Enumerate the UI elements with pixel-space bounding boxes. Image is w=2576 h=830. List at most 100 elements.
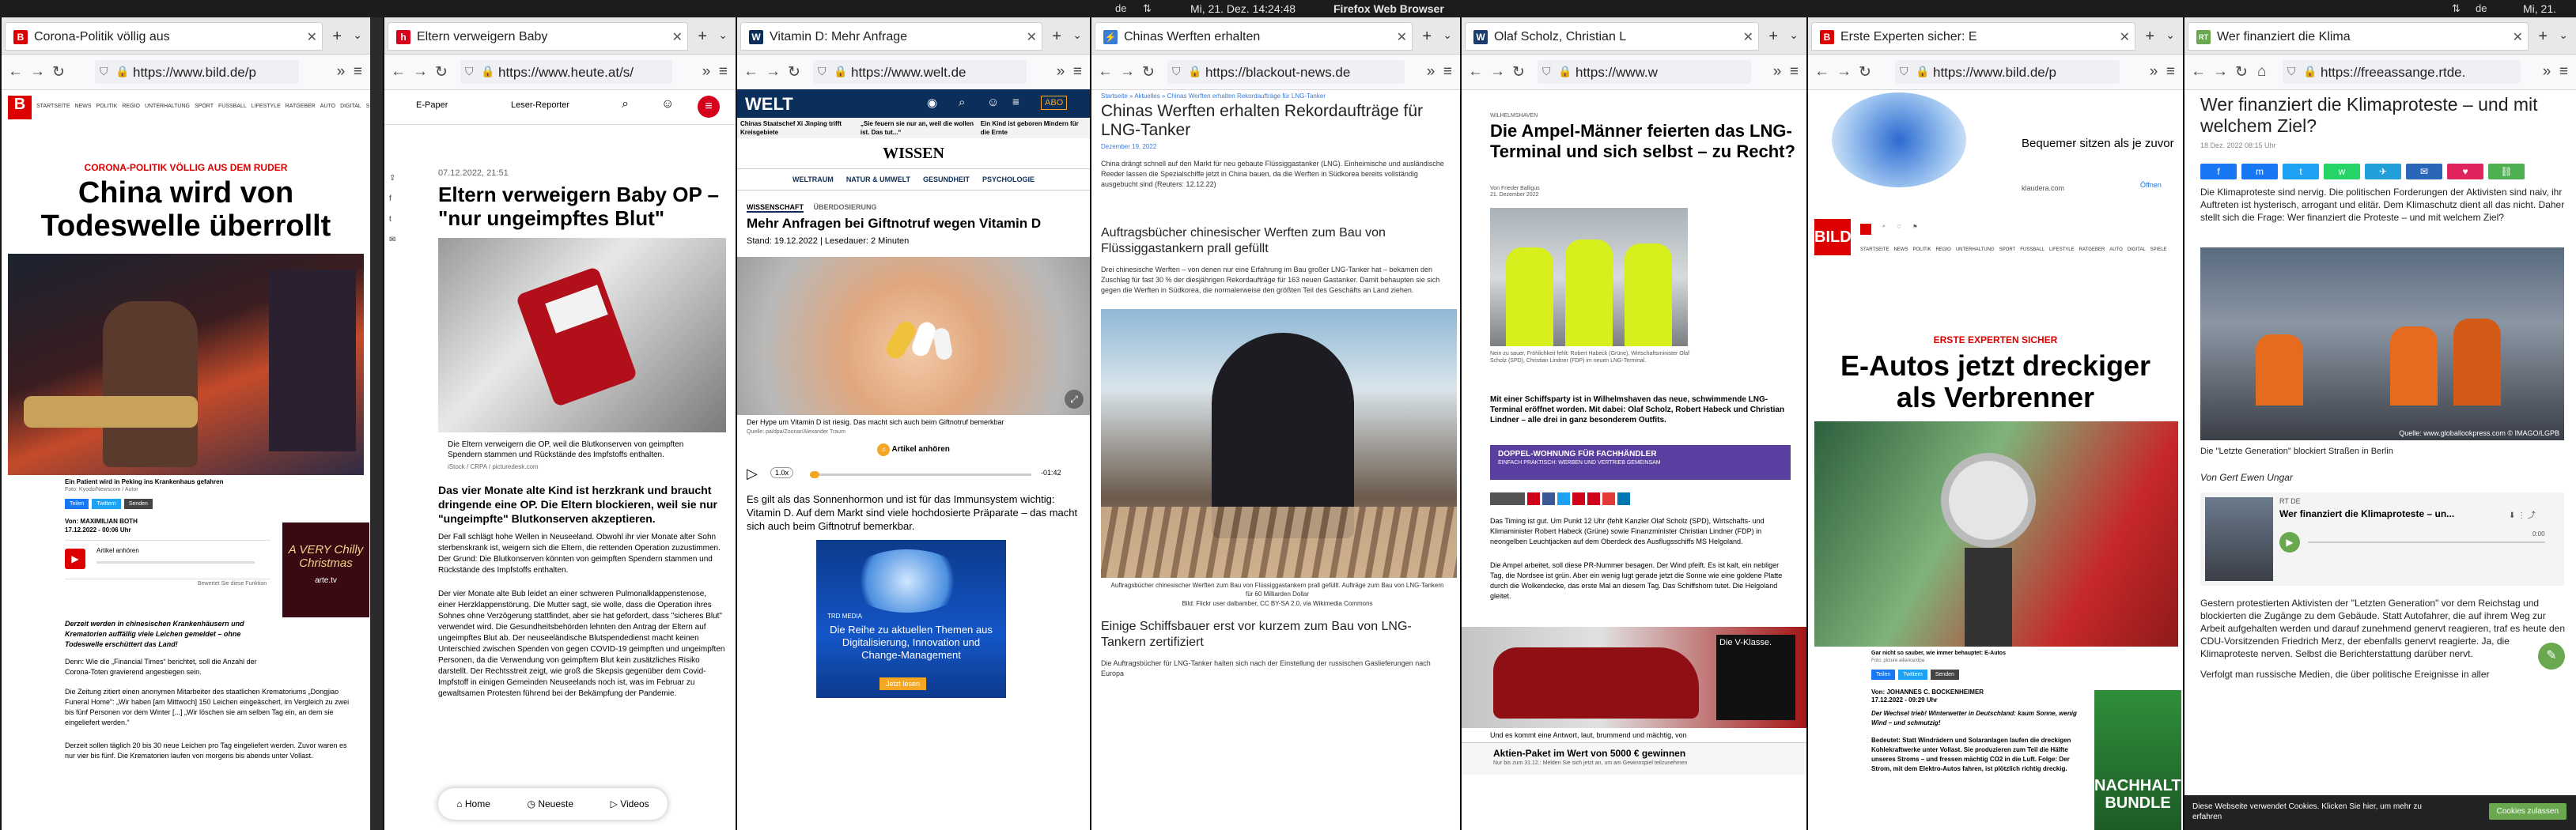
reload-icon[interactable]: ↻ — [1859, 63, 1871, 81]
menu-icon[interactable]: » ≡ — [1773, 63, 1799, 81]
search-icon[interactable]: ⌕ — [622, 97, 629, 111]
nav-item[interactable]: RATGEBER — [2079, 247, 2105, 252]
ad-cta-button[interactable]: Jetzt lesen — [879, 677, 927, 690]
language-indicator[interactable]: de — [1115, 2, 1126, 14]
share-mail-button[interactable]: Senden — [123, 499, 153, 509]
bell-icon[interactable]: ⚑ — [1912, 224, 1917, 247]
nav-item[interactable]: SPIELE — [366, 104, 370, 109]
url-bar[interactable]: ⛉ 🔒 https://www.welt.de — [813, 60, 1027, 84]
red-square-icon[interactable] — [1860, 224, 1871, 235]
close-tab-icon[interactable]: ✕ — [1027, 29, 1037, 45]
menu-button-icon[interactable]: ≡ — [698, 96, 720, 118]
audio-progress[interactable] — [96, 561, 255, 564]
audio-progress[interactable] — [810, 471, 1031, 478]
shield-icon[interactable]: ⛉ — [100, 65, 108, 78]
nav-item[interactable]: STARTSEITE — [1860, 247, 1889, 252]
share-icon[interactable]: ⇪ — [389, 168, 400, 189]
audio-rating-note[interactable]: Bewertet Sie diese Funktion — [198, 581, 267, 587]
nav-item[interactable]: RATGEBER — [286, 104, 316, 109]
new-tab-button[interactable]: + — [2145, 28, 2154, 46]
back-icon[interactable]: ← — [1468, 63, 1483, 81]
article-photo[interactable]: ⤢ — [737, 257, 1090, 415]
share-button-icon[interactable]: m — [2241, 164, 2278, 179]
article-photo[interactable] — [1101, 309, 1457, 578]
videos-tab[interactable]: ▷ Videos — [611, 798, 649, 809]
bild-nav[interactable]: STARTSEITE NEWS POLITIK REGIO UNTERHALTUNG SP… — [36, 104, 370, 109]
lock-icon[interactable]: 🔒 — [1188, 65, 1201, 78]
menu-icon[interactable]: ≡ — [1012, 96, 1019, 109]
share-button-icon[interactable]: ✉ — [2406, 164, 2442, 179]
nav-item[interactable]: NEWS — [1893, 247, 1908, 252]
language-indicator-right[interactable]: de — [2476, 2, 2487, 14]
speed-button[interactable]: 1.0x — [770, 467, 794, 478]
teaser-3[interactable]: Ein Kind ist geboren Mindern für die Ern… — [978, 118, 1090, 138]
mail-icon[interactable]: ✉ — [389, 230, 400, 251]
system-clock-right[interactable]: Mi, 21. — [2523, 2, 2556, 15]
nav-item[interactable]: REGIO — [122, 104, 140, 109]
forward-icon[interactable]: → — [1836, 63, 1852, 81]
share-facebook-button[interactable]: Teilen — [65, 499, 89, 509]
ad-open-button[interactable]: Öffnen — [2140, 181, 2162, 189]
play-icon[interactable]: ▶ — [65, 549, 85, 569]
banner-ad[interactable]: DOPPEL-WOHNUNG FÜR FACHHÄNDLER EINFACH P… — [1490, 445, 1791, 480]
tab-list-icon[interactable]: ⌄ — [1443, 28, 1452, 42]
menu-icon[interactable]: » ≡ — [2150, 63, 2175, 81]
tab-list-icon[interactable]: ⌄ — [1789, 28, 1799, 42]
article-photo[interactable] — [8, 254, 364, 475]
reload-icon[interactable]: ↻ — [1142, 63, 1155, 81]
user-icon[interactable]: ☺ — [661, 97, 674, 111]
share-button-icon[interactable]: w — [2324, 164, 2360, 179]
nav-item[interactable]: FUSSBALL — [2020, 247, 2045, 252]
back-icon[interactable]: ← — [1098, 63, 1113, 81]
share-icon-1[interactable] — [1527, 492, 1540, 505]
arte-ad[interactable]: A VERY Chilly Christmas arte.tv — [282, 523, 369, 617]
facebook-icon[interactable] — [1542, 492, 1555, 505]
teaser-2[interactable]: „Sie feuern sie nur an, weil die wollen … — [857, 118, 978, 138]
menu-icon[interactable]: » ≡ — [1427, 63, 1452, 81]
welt-logo[interactable]: WELT — [745, 94, 793, 115]
nav-item[interactable]: REGIO — [1935, 247, 1950, 252]
leser-reporter-link[interactable]: Leser-Reporter — [511, 100, 569, 110]
mail-icon[interactable] — [1602, 492, 1615, 505]
share-button-icon[interactable]: t — [2283, 164, 2319, 179]
lock-icon[interactable]: 🔒 — [115, 65, 129, 78]
lock-icon[interactable]: 🔒 — [2303, 65, 2317, 78]
cookie-accept-button[interactable]: Cookies zulassen — [2488, 803, 2567, 820]
tab-list-icon[interactable]: ⌄ — [2559, 28, 2568, 42]
nav-item[interactable]: UNTERHALTUNG — [1956, 247, 1995, 252]
photo-credit[interactable]: Bild: Flickr user dalbamber, CC BY-SA 2.… — [1107, 600, 1447, 607]
lock-icon[interactable]: 🔒 — [1916, 65, 1929, 78]
chair-ad-image[interactable] — [1832, 92, 1966, 187]
tab-active[interactable]: RT Wer finanziert die Klima ✕ — [2188, 22, 2529, 51]
url-bar[interactable]: ⛉ 🔒 https://freeassange.rtde. — [2283, 60, 2521, 84]
flipboard-icon[interactable] — [1587, 492, 1600, 505]
back-icon[interactable]: ← — [8, 63, 23, 81]
article-photo[interactable]: Quelle: www.globallookpress.com © IMAGO/… — [2200, 247, 2564, 440]
close-tab-icon[interactable]: ✕ — [672, 29, 683, 45]
breadcrumb[interactable]: Startseite » Aktuelles » Chinas Werften … — [1101, 92, 1326, 100]
linkedin-icon[interactable] — [1617, 492, 1630, 505]
tab-active[interactable]: h Eltern verweigern Baby ✕ — [388, 22, 688, 51]
close-tab-icon[interactable]: ✕ — [2120, 29, 2130, 45]
user-icon[interactable]: ☺ — [987, 96, 999, 109]
reload-icon[interactable]: ↻ — [435, 63, 448, 81]
url-bar[interactable]: ⛉ 🔒 https://www.heute.at/s/ — [460, 60, 672, 84]
nav-item[interactable]: STARTSEITE — [36, 104, 70, 109]
close-tab-icon[interactable]: ✕ — [2513, 29, 2523, 45]
bottom-banner[interactable]: Aktien-Paket im Wert von 5000 € gewinnen… — [1462, 742, 1806, 775]
share-mail-button[interactable]: Senden — [1930, 670, 1959, 680]
forward-icon[interactable]: → — [30, 63, 45, 81]
shield-icon[interactable]: ⛉ — [1542, 65, 1551, 78]
shield-icon[interactable]: ⛉ — [1172, 65, 1181, 78]
article-photo[interactable] — [438, 238, 726, 432]
forward-icon[interactable]: → — [413, 63, 428, 81]
url-bar[interactable]: ⛉ 🔒 https://blackout-news.de — [1167, 60, 1405, 84]
home-icon[interactable]: ⌂ — [2257, 63, 2266, 81]
article-photo[interactable] — [1814, 421, 2178, 647]
bild-logo[interactable]: B — [8, 96, 32, 119]
twitter-icon[interactable] — [1557, 492, 1570, 505]
search-icon[interactable]: ⌕ — [959, 96, 965, 109]
teaser-1[interactable]: Chinas Staatschef Xi Jinping trifft Krei… — [737, 118, 857, 138]
twitter-icon[interactable]: t — [389, 209, 400, 230]
trd-ad[interactable]: TRD MEDIA Die Reihe zu aktuellen Themen … — [816, 540, 1006, 698]
